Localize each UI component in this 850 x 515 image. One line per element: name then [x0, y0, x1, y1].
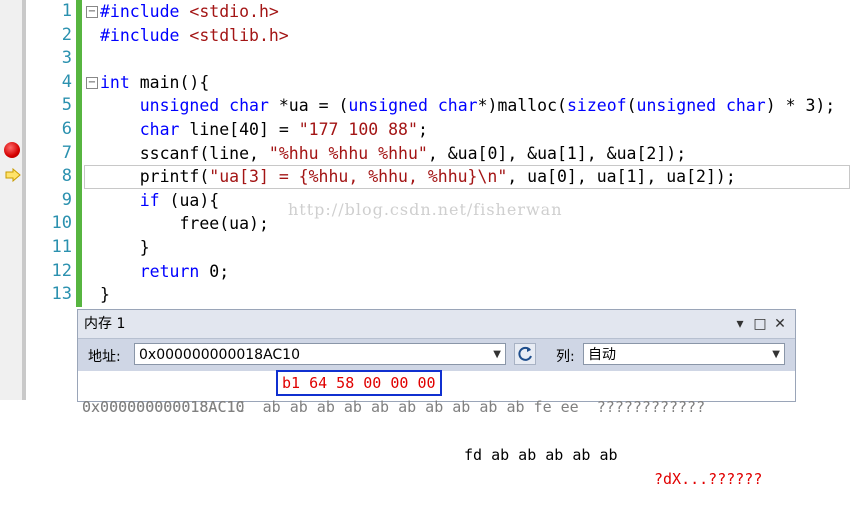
memory-window-title-bar: 内存 1 ▾ □ ✕: [78, 310, 795, 339]
code-token: if: [139, 190, 160, 210]
line-number: 11: [51, 236, 72, 257]
code-token: , &ua[0], &ua[1], &ua[2]);: [427, 143, 687, 163]
code-line[interactable]: [84, 47, 850, 71]
code-token: char: [725, 96, 766, 116]
code-token: <stdio.h>: [189, 2, 279, 21]
code-token: unsigned: [139, 96, 220, 116]
code-token: "177 100 88": [298, 119, 418, 139]
code-token: 0;: [199, 261, 230, 281]
line-number: 6: [61, 118, 72, 139]
code-token: }: [100, 237, 150, 257]
code-token: unsigned: [636, 96, 717, 116]
code-line[interactable]: unsigned char *ua = (unsigned char*)mall…: [84, 94, 850, 118]
collapse-icon[interactable]: −: [86, 76, 98, 89]
code-line[interactable]: #include <stdio.h> −: [84, 0, 850, 24]
code-token: line[40] =: [179, 119, 299, 139]
code-line[interactable]: sscanf(line, "%hhu %hhu %hhu", &ua[0], &…: [84, 142, 850, 166]
code-line[interactable]: char line[40] = "177 100 88";: [84, 118, 850, 142]
code-token: free(ua);: [100, 214, 269, 234]
line-number: 5: [61, 95, 72, 116]
code-token: #include: [100, 2, 190, 21]
memory-rows[interactable]: 0x000000000018AC10 b1 64 58 00 00 00 fd …: [78, 370, 795, 488]
code-line[interactable]: printf("ua[3] = {%hhu, %hhu, %hhu}\n", u…: [84, 165, 850, 189]
code-token: ) * 3);: [765, 96, 836, 116]
memory-row-partial: 0x000000000018AC1C ab ab ab ab ab ab ab …: [82, 398, 706, 416]
code-line[interactable]: }: [84, 236, 850, 260]
code-token: (: [626, 96, 637, 116]
code-token: (ua){: [159, 190, 220, 210]
memory-chars: ?dX...??????: [654, 470, 763, 488]
code-line[interactable]: }: [84, 283, 850, 307]
code-token: *ua = (: [268, 96, 349, 116]
code-token: , ua[0], ua[1], ua[2]);: [507, 167, 736, 187]
column-select[interactable]: 自动 ▼: [583, 343, 785, 365]
chevron-down-icon[interactable]: ▼: [772, 344, 780, 366]
code-line[interactable]: return 0;: [84, 260, 850, 284]
code-token: char: [139, 119, 180, 139]
code-token: #include: [100, 25, 190, 45]
collapse-icon[interactable]: −: [86, 6, 98, 18]
line-number: 8: [61, 166, 72, 187]
address-input[interactable]: 0x000000000018AC10 ▼: [134, 343, 506, 365]
code-token: printf(: [100, 167, 210, 187]
memory-window-title: 内存 1: [84, 316, 126, 332]
code-token: "ua[3] = {%hhu, %hhu, %hhu}\n": [209, 167, 508, 187]
watermark: http://blog.csdn.net/fisherwan: [288, 200, 563, 219]
current-line-arrow-icon: [5, 168, 21, 182]
code-token: return: [139, 261, 200, 281]
code-token: char: [229, 96, 269, 116]
code-token: int: [100, 72, 130, 92]
memory-row: 0x000000000018AC10 b1 64 58 00 00 00 fd …: [78, 370, 795, 488]
line-number: 2: [61, 24, 72, 45]
line-number: 1: [61, 1, 72, 21]
column-value: 自动: [588, 347, 616, 363]
refresh-icon[interactable]: [514, 343, 536, 365]
code-token: ;: [417, 119, 428, 139]
breakpoint-icon[interactable]: [4, 142, 20, 158]
maximize-button[interactable]: □: [751, 310, 769, 338]
line-number: 12: [51, 260, 72, 281]
memory-toolbar: 地址: 0x000000000018AC10 ▼ 列: 自动 ▼: [78, 339, 795, 371]
memory-highlighted-bytes: b1 64 58 00 00 00: [276, 370, 442, 396]
code-token: sscanf(line,: [100, 143, 269, 163]
line-number: 7: [61, 142, 72, 163]
address-value: 0x000000000018AC10: [139, 347, 300, 363]
line-number: 4: [61, 71, 72, 92]
change-tracking-bar: [76, 0, 82, 307]
line-number: 3: [61, 48, 72, 69]
column-label: 列:: [556, 349, 575, 365]
code-token: <stdlib.h>: [189, 25, 289, 45]
window-menu-button[interactable]: ▾: [731, 310, 749, 338]
code-token: unsigned: [348, 96, 428, 116]
code-token: char: [437, 96, 478, 116]
code-line[interactable]: int main(){ −: [84, 71, 850, 95]
line-number: 13: [51, 284, 72, 305]
code-token: "%hhu %hhu %hhu": [268, 143, 428, 163]
chevron-down-icon[interactable]: ▼: [493, 344, 501, 366]
code-token: }: [100, 285, 110, 305]
memory-bytes: fd ab ab ab ab ab: [464, 446, 618, 464]
code-line[interactable]: #include <stdlib.h>: [84, 24, 850, 48]
line-number: 9: [61, 189, 72, 210]
close-button[interactable]: ✕: [771, 310, 789, 338]
code-token: main(){: [129, 72, 210, 92]
code-token: *)malloc(: [477, 96, 567, 116]
code-editor[interactable]: #include <stdio.h> − #include <stdlib.h> in…: [84, 0, 850, 307]
line-number: 10: [51, 213, 72, 234]
line-number-gutter: 1 2 3 4 5 6 7 8 9 10 11 12 13: [26, 0, 72, 307]
code-token: sizeof: [566, 96, 627, 116]
memory-window: 内存 1 ▾ □ ✕ 地址: 0x000000000018AC10 ▼ 列: 自…: [77, 309, 796, 488]
address-label: 地址:: [88, 349, 121, 365]
